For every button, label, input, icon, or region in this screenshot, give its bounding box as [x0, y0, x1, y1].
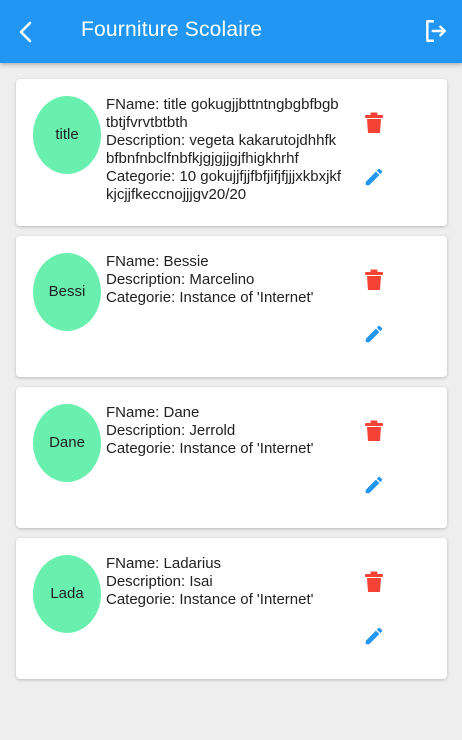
delete-icon [365, 112, 383, 133]
item-categorie: Categorie: Instance of 'Internet' [106, 591, 314, 608]
delete-button[interactable] [359, 416, 389, 446]
edit-icon [365, 168, 383, 186]
item-description: Description: Isai [106, 573, 213, 590]
delete-icon [365, 571, 383, 592]
item-info: FName: Dane Description: Jerrold Categor… [106, 404, 342, 458]
list-item: title FName: title gokugjjbttntngbgbfbgb… [16, 79, 447, 226]
back-button[interactable] [10, 14, 42, 50]
item-info: FName: title gokugjjbttntngbgbfbgbtbtjfv… [106, 96, 342, 204]
arrow-back-icon [19, 21, 32, 43]
delete-icon [365, 420, 383, 441]
item-description: Description: Jerrold [106, 422, 236, 439]
item-info: FName: Ladarius Description: Isai Catego… [106, 555, 342, 609]
list-item: Bessi FName: Bessie Description: Marceli… [16, 236, 447, 377]
avatar: Bessi [33, 253, 101, 331]
edit-button[interactable] [359, 162, 389, 192]
delete-button[interactable] [359, 108, 389, 138]
item-categorie: Categorie: 10 gokujjfjjfbfjifjfjjjxkbxjk… [106, 168, 342, 203]
item-fname: FName: Dane [106, 404, 200, 421]
logout-icon [426, 20, 446, 42]
avatar: Lada [33, 555, 101, 633]
edit-button[interactable] [359, 319, 389, 349]
item-description: Description: Marcelino [106, 271, 255, 288]
delete-button[interactable] [359, 567, 389, 597]
item-fname: FName: title gokugjjbttntngbgbfbgbtbtjfv… [106, 96, 339, 131]
item-fname: FName: Bessie [106, 253, 209, 270]
item-info: FName: Bessie Description: Marcelino Cat… [106, 253, 342, 307]
edit-icon [365, 627, 383, 645]
avatar: Dane [33, 404, 101, 482]
delete-icon [365, 269, 383, 290]
item-categorie: Categorie: Instance of 'Internet' [106, 440, 314, 457]
app-bar: Fourniture Scolaire [0, 0, 462, 63]
page-title: Fourniture Scolaire [81, 18, 263, 41]
delete-button[interactable] [359, 265, 389, 295]
edit-icon [365, 476, 383, 494]
item-categorie: Categorie: Instance of 'Internet' [106, 289, 314, 306]
list-item: Dane FName: Dane Description: Jerrold Ca… [16, 387, 447, 528]
avatar: title [33, 96, 101, 174]
item-description: Description: vegeta kakarutojdhhfkbfbnfn… [106, 132, 337, 167]
logout-button[interactable] [422, 16, 450, 46]
edit-icon [365, 325, 383, 343]
item-fname: FName: Ladarius [106, 555, 222, 572]
supply-list: title FName: title gokugjjbttntngbgbfbgb… [16, 79, 447, 689]
list-item: Lada FName: Ladarius Description: Isai C… [16, 538, 447, 679]
edit-button[interactable] [359, 621, 389, 651]
edit-button[interactable] [359, 470, 389, 500]
